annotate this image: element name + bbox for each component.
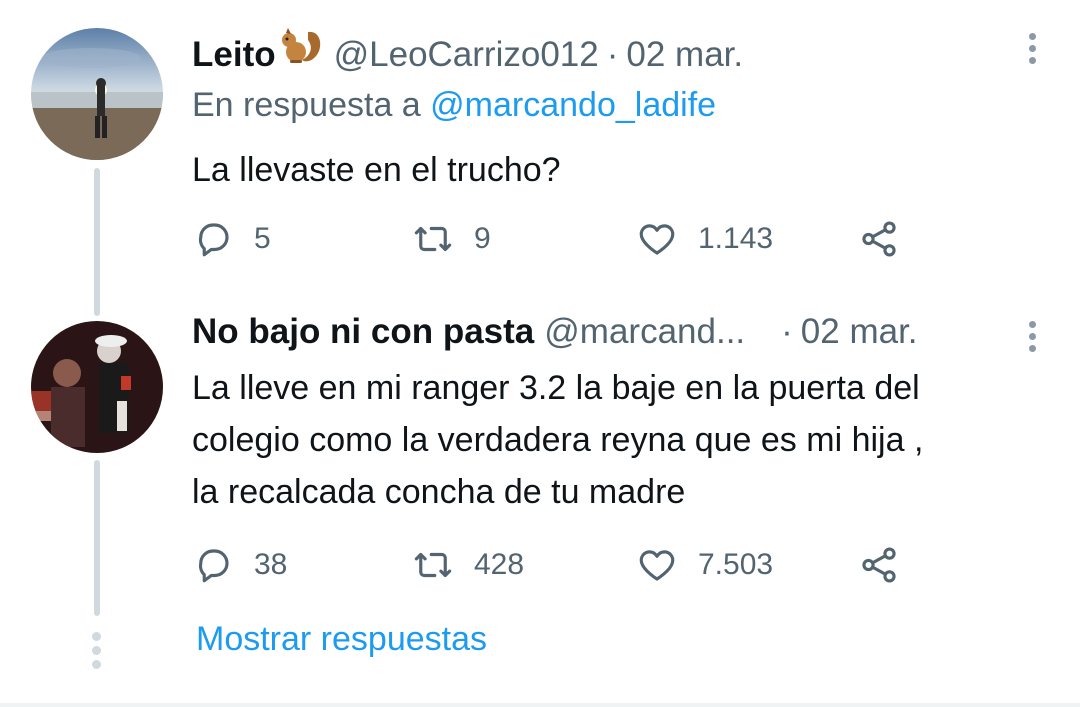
like-count: 7.503 (698, 548, 774, 581)
heart-icon (639, 224, 675, 255)
thread-gap-dots (90, 632, 102, 674)
retweet-icon (414, 552, 452, 578)
retweet-count: 428 (474, 548, 525, 581)
tweet2-text-line: La lleve en mi ranger 3.2 la baje en la … (192, 369, 920, 407)
reply-prefix: En respuesta a (192, 86, 421, 124)
tweet1-header: Leito @LeoCarrizo012 · 02 mar. (192, 26, 743, 75)
thread-line (94, 168, 100, 316)
share-icon (862, 221, 896, 257)
tweet1-date[interactable]: 02 mar. (626, 35, 743, 75)
share-icon (862, 547, 896, 583)
thread-line (94, 460, 100, 616)
tweet2-header: No bajo ni con pasta @marcand... · 02 ma… (192, 312, 918, 352)
tweet2-text: La lleve en mi ranger 3.2 la baje en la … (192, 362, 923, 518)
reply-icon (198, 549, 229, 583)
reply-count: 38 (254, 548, 288, 581)
tweet1-text: La llevaste en el trucho? (192, 151, 561, 189)
squirrel-emoji-icon (278, 26, 324, 66)
reply-handle-link[interactable]: @marcando_ladife (430, 86, 716, 124)
reply-button[interactable]: 38 (192, 544, 287, 586)
like-button[interactable]: 7.503 (636, 544, 773, 586)
tweet2-actions: 38 428 7.503 (192, 544, 912, 592)
more-vertical-icon[interactable] (1028, 321, 1036, 357)
divider (0, 703, 1080, 707)
retweet-icon (414, 226, 452, 252)
like-button[interactable]: 1.143 (636, 218, 773, 260)
more-vertical-icon[interactable] (1028, 33, 1036, 69)
tweet1-actions: 5 9 1.143 (192, 218, 912, 266)
avatar-leito[interactable] (31, 28, 163, 160)
retweet-count: 9 (474, 222, 491, 255)
show-replies-link[interactable]: Mostrar respuestas (196, 620, 487, 659)
retweet-button[interactable]: 9 (412, 218, 491, 260)
reply-button[interactable]: 5 (192, 218, 271, 260)
like-count: 1.143 (698, 222, 774, 255)
heart-icon (639, 550, 675, 581)
tweet2-text-line: colegio como la verdadera reyna que es m… (192, 421, 924, 459)
reply-icon (198, 223, 229, 257)
reply-context: En respuesta a @marcando_ladife (192, 86, 716, 125)
reply-count: 5 (254, 222, 271, 255)
tweet2-text-line: la recalcada concha de tu madre (192, 473, 686, 511)
tweet2-date[interactable]: 02 mar. (801, 312, 918, 352)
retweet-button[interactable]: 428 (412, 544, 524, 586)
tweet2-handle[interactable]: @marcand... (544, 312, 745, 352)
tweet1-handle[interactable]: @LeoCarrizo012 (334, 35, 599, 75)
share-button[interactable] (858, 544, 900, 586)
share-button[interactable] (858, 218, 900, 260)
tweet1-separator: · (606, 35, 619, 74)
tweet2-separator: · (781, 312, 793, 351)
tweet2-display-name[interactable]: No bajo ni con pasta (192, 312, 534, 352)
tweet1-display-name[interactable]: Leito (192, 35, 276, 75)
avatar-marcando[interactable] (31, 321, 163, 453)
